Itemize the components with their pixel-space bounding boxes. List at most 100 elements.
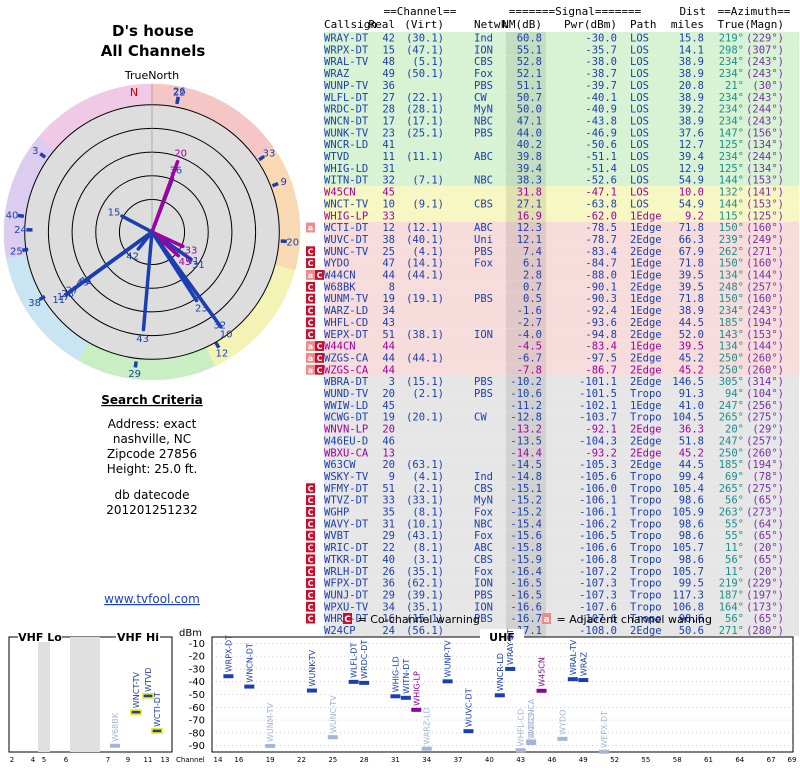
table-cell-magnetic: (197°) bbox=[746, 589, 784, 601]
table-cell: 45.2 bbox=[679, 447, 704, 459]
band-gap bbox=[70, 637, 100, 752]
table-cell: WUNM-TV bbox=[324, 293, 369, 305]
table-cell-magnetic: (280°) bbox=[746, 625, 784, 637]
spectrum-station-marker bbox=[400, 695, 411, 700]
table-cell: 66.3 bbox=[679, 234, 704, 246]
radar-channel-label: 38 bbox=[28, 298, 41, 309]
table-cell: WZGS-CA bbox=[324, 364, 369, 376]
spectrum-station-label: W45CN bbox=[538, 657, 547, 687]
radar-channel-label: 9 bbox=[281, 177, 287, 188]
table-cell: 98.6 bbox=[679, 554, 704, 566]
spectrum-station-marker bbox=[306, 688, 317, 693]
table-cell: -93.2 bbox=[585, 447, 617, 459]
table-cell: 2Edge bbox=[630, 376, 662, 388]
spectrum-station-label: WCTI-DT bbox=[153, 692, 162, 727]
tvfool-link[interactable]: www.tvfool.com bbox=[104, 592, 200, 606]
table-cell: 45.2 bbox=[679, 364, 704, 376]
table-cell: 2Edge bbox=[630, 281, 662, 293]
table-cell: 44.0 bbox=[517, 127, 542, 139]
table-cell: 43 bbox=[382, 317, 395, 329]
spectrum-station-marker bbox=[494, 693, 505, 698]
table-cell-magnetic: (243°) bbox=[746, 56, 784, 68]
true-north-label: TrueNorth bbox=[124, 69, 179, 82]
spectrum-station-label: WHIG-LP bbox=[412, 671, 421, 706]
table-cell: ABC bbox=[474, 151, 493, 163]
table-cell: (8.1) bbox=[412, 507, 444, 519]
table-cell: 29 bbox=[382, 589, 395, 601]
table-cell: 6.1 bbox=[523, 258, 542, 270]
table-cell: 20 bbox=[382, 388, 395, 400]
radar-station-tick bbox=[175, 96, 181, 103]
table-cell-magnetic: (30°) bbox=[752, 80, 784, 92]
spectrum-station-marker bbox=[110, 743, 120, 748]
table-cell: 11 bbox=[382, 151, 395, 163]
table-cell: -78.5 bbox=[585, 222, 617, 234]
search-criteria-heading: Search Criteria bbox=[101, 393, 202, 407]
table-cell-azimuth: 250° bbox=[719, 447, 744, 459]
table-cell: (25.1) bbox=[406, 127, 444, 139]
table-cell: WPXU-TV bbox=[324, 601, 369, 613]
spectrum-station-label: WITN-DT bbox=[402, 659, 411, 694]
table-cell: 1Edge bbox=[630, 210, 662, 222]
radar-channel-label: 29 bbox=[128, 369, 141, 380]
radar-channel-label: 20 bbox=[174, 149, 187, 160]
table-cell: 2Edge bbox=[630, 424, 662, 436]
table-cell-magnetic: (134°) bbox=[746, 163, 784, 175]
spectrum-x-tick: 58 bbox=[673, 756, 682, 764]
table-cell: 146.5 bbox=[672, 376, 704, 388]
table-column-header: (Magn) bbox=[744, 18, 784, 31]
table-cell: Tropo bbox=[630, 554, 662, 566]
spectrum-station-label: WNCR-LD bbox=[496, 653, 505, 691]
spectrum-station-label: WNCT-TV bbox=[132, 671, 141, 708]
table-cell: -106.5 bbox=[579, 530, 617, 542]
table-cell: LOS bbox=[630, 68, 649, 80]
co-channel-icon: C bbox=[344, 615, 351, 625]
table-cell: (12.1) bbox=[406, 222, 444, 234]
table-cell: 1Edge bbox=[630, 293, 662, 305]
table-cell: 67.9 bbox=[679, 246, 704, 258]
spectrum-station-label: WRDC-DT bbox=[360, 640, 369, 679]
table-cell: -30.0 bbox=[585, 33, 617, 45]
table-cell: 44 bbox=[382, 270, 395, 282]
table-cell: -15.9 bbox=[510, 554, 542, 566]
table-cell: WBRA-DT bbox=[324, 376, 369, 388]
table-cell: -15.8 bbox=[510, 542, 542, 554]
table-cell: 31 bbox=[382, 163, 395, 175]
table-cell: CBS bbox=[474, 56, 493, 68]
table-cell: -15.4 bbox=[510, 518, 542, 530]
table-cell: WHIG-LD bbox=[324, 163, 368, 175]
spectrum-station-label: WUNK-TV bbox=[308, 649, 317, 686]
table-cell: 38.9 bbox=[679, 92, 704, 104]
radar-north-label: N bbox=[130, 86, 138, 99]
table-cell-azimuth: 265° bbox=[719, 483, 744, 495]
table-cell: -86.7 bbox=[585, 364, 617, 376]
spectrum-x-tick: 46 bbox=[548, 756, 557, 764]
table-cell: WARZ-LD bbox=[324, 305, 368, 317]
table-cell: 50.7 bbox=[517, 92, 542, 104]
spectrum-x-tick: 61 bbox=[704, 756, 713, 764]
table-cell: LOS bbox=[630, 115, 649, 127]
page-canvas: D's house All Channels TrueNorth 4215484… bbox=[3, 5, 799, 764]
table-cell: Fox bbox=[474, 530, 493, 542]
table-cell: -88.0 bbox=[585, 270, 617, 282]
warning-letter: C bbox=[308, 532, 314, 541]
spectrum-y-tick: -30 bbox=[189, 664, 205, 675]
table-cell-azimuth: 234° bbox=[719, 92, 744, 104]
table-cell: 33 bbox=[382, 495, 395, 507]
table-cell-azimuth: 55° bbox=[725, 530, 744, 542]
spectrum-y-tick: -10 bbox=[189, 639, 205, 650]
table-cell: WNCT-TV bbox=[324, 198, 369, 210]
table-cell: -4.5 bbox=[517, 341, 542, 353]
table-cell: 29 bbox=[382, 530, 395, 542]
table-cell: -93.6 bbox=[585, 317, 617, 329]
table-cell: 27.1 bbox=[517, 198, 542, 210]
table-cell: Tropo bbox=[630, 412, 662, 424]
table-cell: (35.1) bbox=[406, 601, 444, 613]
table-cell: -6.7 bbox=[517, 352, 542, 364]
table-cell: -107.2 bbox=[579, 566, 617, 578]
table-cell: -84.7 bbox=[585, 258, 617, 270]
table-cell-azimuth: 150° bbox=[719, 258, 744, 270]
table-cell-azimuth: 234° bbox=[719, 56, 744, 68]
table-cell: 38.9 bbox=[679, 68, 704, 80]
table-cell-azimuth: 144° bbox=[719, 175, 744, 187]
